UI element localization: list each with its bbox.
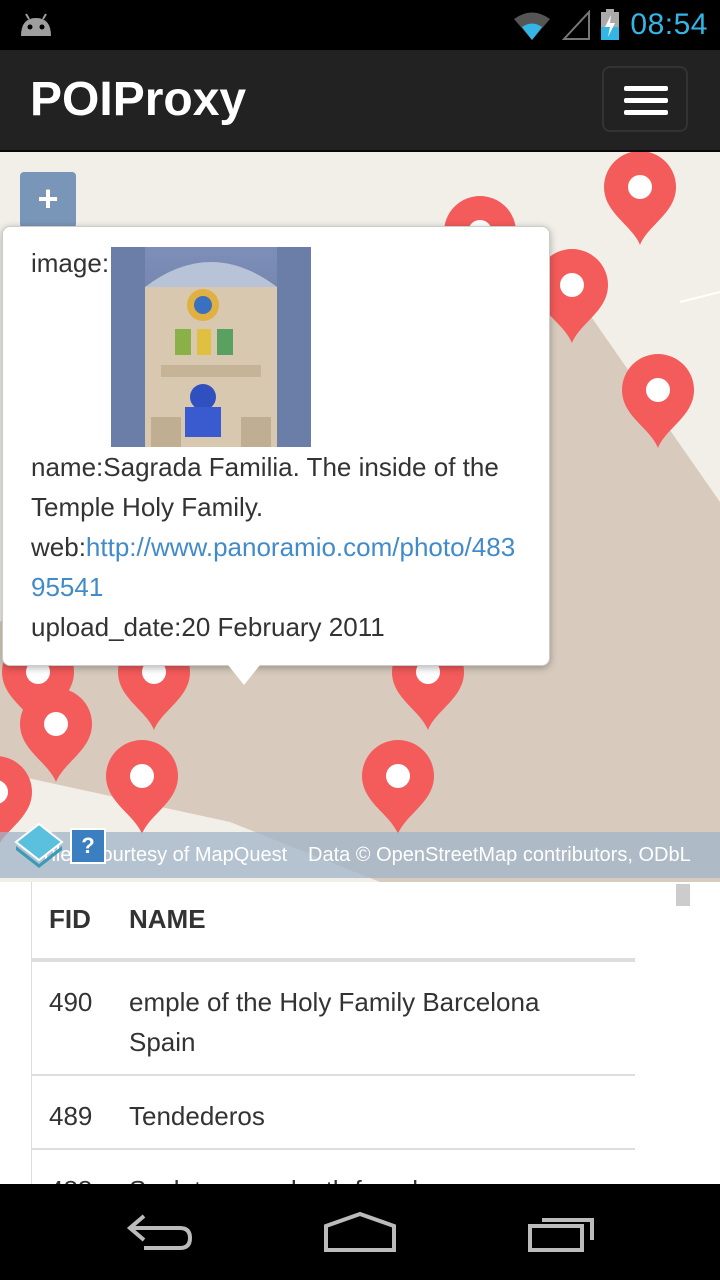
signal-icon (562, 10, 591, 40)
row-name: Sculpture on death facade (129, 1170, 609, 1184)
back-icon[interactable] (124, 1210, 196, 1254)
feature-photo (111, 247, 312, 447)
popup-upload-value: 20 February 2011 (181, 612, 385, 642)
popup-web-link[interactable]: http://www.panoramio.com/photo/48395541 (31, 532, 515, 602)
map-attribution: Tiles Courtesy of MapQuest Data © OpenSt… (0, 832, 720, 878)
popup-web-row: web:http://www.panoramio.com/photo/48395… (31, 527, 527, 607)
row-fid: 488 (49, 1170, 92, 1184)
feature-popup: image: name:Sagrada Familia. The inside … (2, 226, 550, 666)
android-icon (21, 13, 51, 36)
poi-table: FID NAME 490 emple of the Holy Family Ba… (31, 882, 635, 1184)
row-name: Tendederos (129, 1101, 265, 1131)
zoom-in-button[interactable]: + (20, 172, 76, 228)
popup-content: image: name:Sagrada Familia. The inside … (31, 243, 527, 647)
table-row[interactable]: 490 emple of the Holy Family Barcelona S… (32, 962, 635, 1076)
header-fid[interactable]: FID (49, 904, 91, 935)
popup-name-row: name:Sagrada Familia. The inside of the … (31, 447, 527, 527)
attribution-data[interactable]: Data © OpenStreetMap contributors, ODbL (308, 832, 691, 878)
home-icon[interactable] (322, 1210, 398, 1254)
popup-name-label: name: (31, 452, 104, 482)
brand-title[interactable]: POIProxy (30, 72, 246, 127)
table-header: FID NAME (32, 882, 635, 962)
scrollbar[interactable] (676, 884, 690, 906)
popup-web-label: web: (31, 532, 86, 562)
layers-icon[interactable] (14, 820, 64, 870)
clock: 08:54 (630, 8, 708, 41)
row-fid: 490 (49, 987, 93, 1017)
row-name: emple of the Holy Family Barcelona Spain (129, 987, 540, 1057)
table-row[interactable]: 488 Sculpture on death facade (32, 1150, 635, 1184)
map-marker (604, 152, 676, 245)
help-button[interactable]: ? (70, 828, 106, 864)
status-bar: 08:54 (0, 0, 720, 50)
row-fid: 489 (49, 1101, 93, 1131)
popup-arrow (228, 665, 260, 685)
system-nav-bar (0, 1184, 720, 1280)
map-marker (106, 740, 178, 834)
popup-upload-row: upload_date:20 February 2011 (31, 607, 527, 647)
recents-icon[interactable] (526, 1210, 598, 1254)
battery-charging-icon (601, 9, 620, 40)
menu-toggle-button[interactable] (602, 66, 688, 132)
popup-image-label: image: (31, 248, 110, 278)
app-navbar: POIProxy (0, 50, 720, 152)
hamburger-menu-icon (624, 86, 668, 91)
popup-upload-label: upload_date: (31, 612, 182, 642)
table-row[interactable]: 489 Tendederos (32, 1076, 635, 1150)
wifi-icon (514, 12, 551, 40)
header-name[interactable]: NAME (129, 904, 206, 935)
poi-table-container: FID NAME 490 emple of the Holy Family Ba… (0, 882, 720, 1184)
